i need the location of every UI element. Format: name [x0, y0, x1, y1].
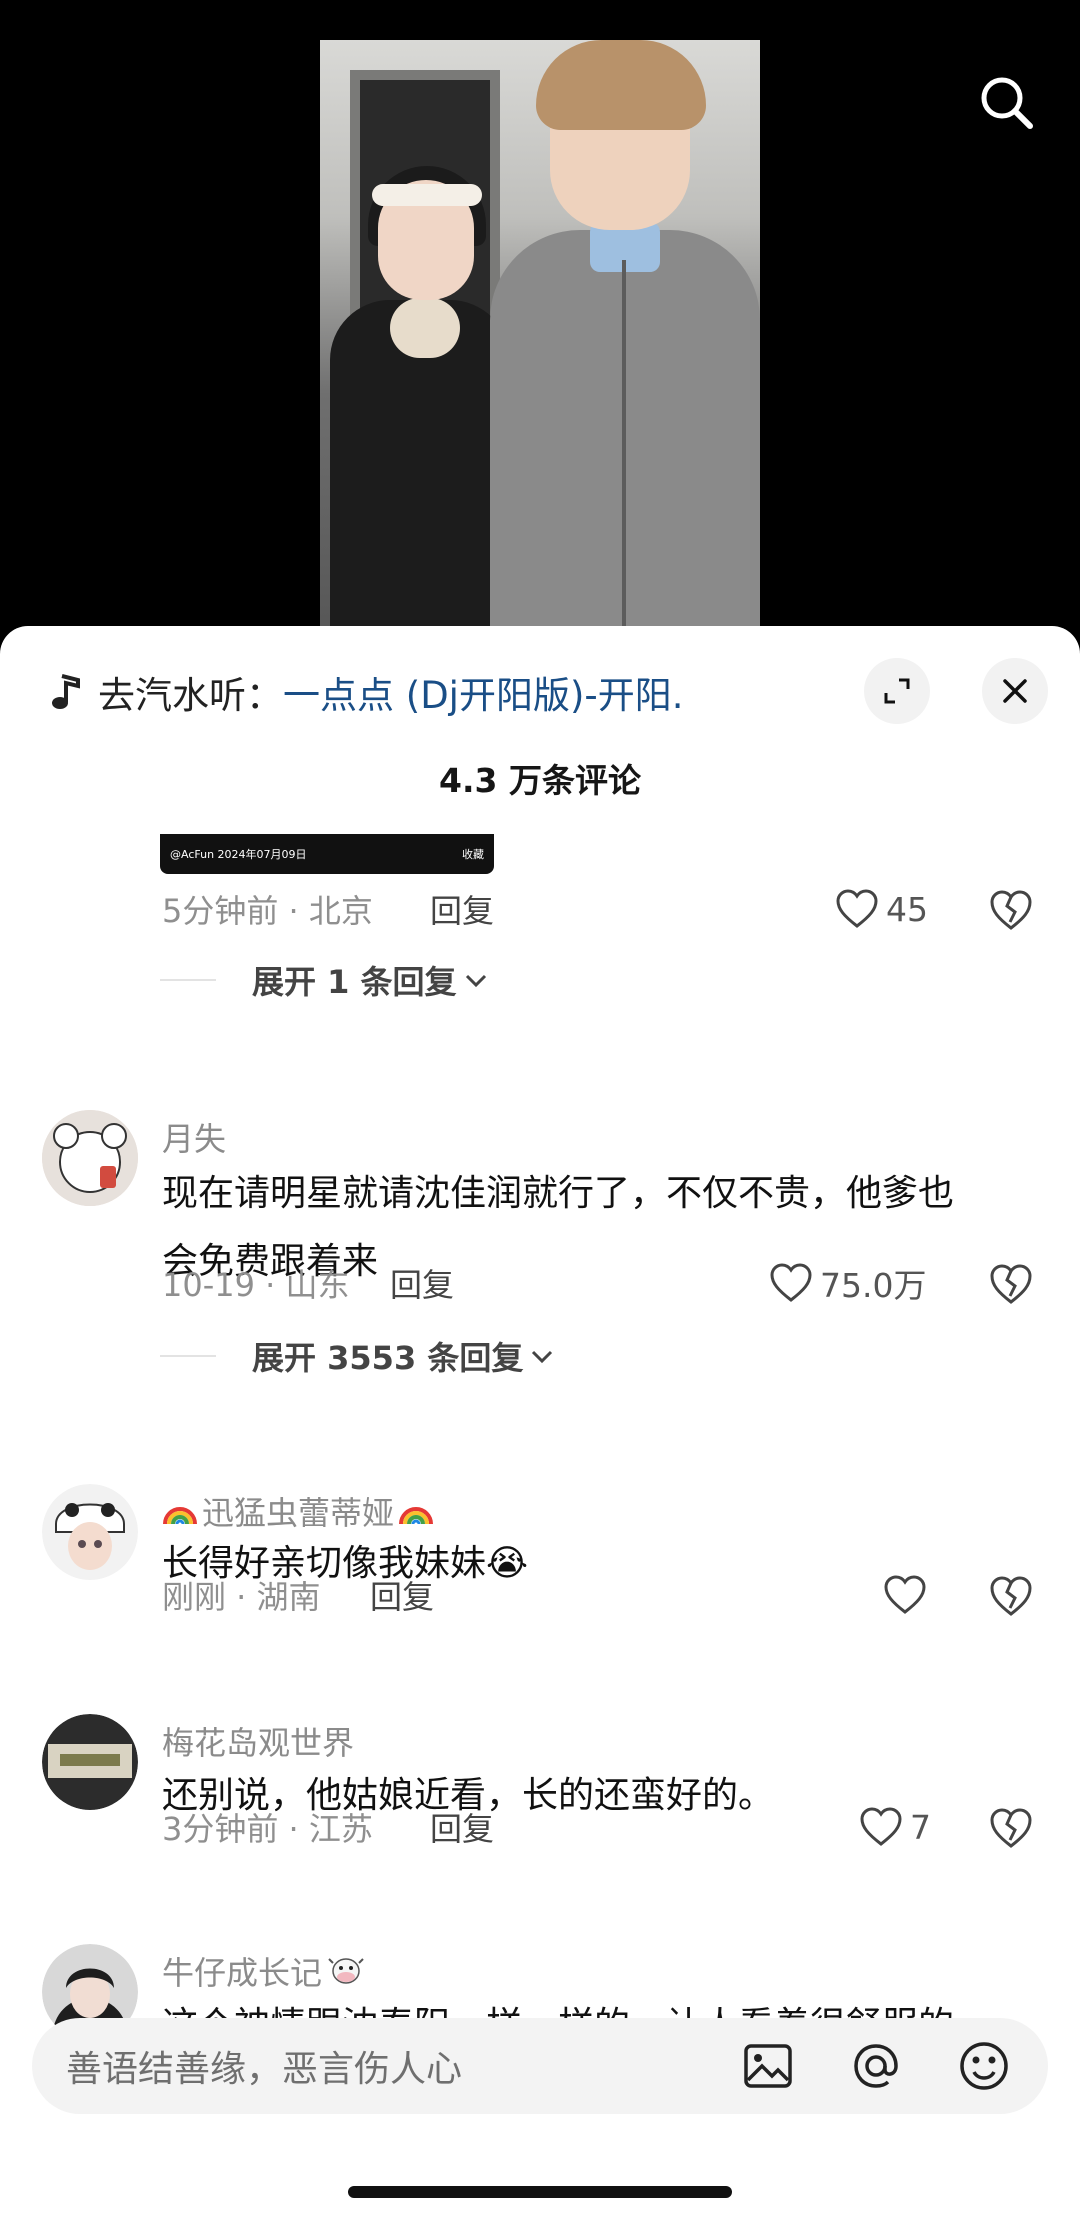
snippet-favorite: 收藏: [462, 848, 484, 861]
reply-button[interactable]: 回复: [430, 886, 494, 932]
like-count: 75.0万: [820, 1266, 927, 1305]
comment-input-placeholder: 善语结善缘，恶言伤人心: [66, 2049, 463, 2090]
music-song-title[interactable]: 一点点 (Dj开阳版)-开阳.: [283, 665, 684, 719]
image-icon[interactable]: [740, 2038, 796, 2094]
home-indicator: [348, 2186, 732, 2198]
like-count: 7: [910, 1807, 931, 1847]
reply-button[interactable]: 回复: [390, 1260, 454, 1306]
comment-meta: 10-19 · 山东: [162, 1266, 350, 1304]
avatar[interactable]: [42, 1714, 138, 1810]
divider: [160, 1355, 216, 1357]
expand-button[interactable]: [864, 658, 930, 724]
comment-author[interactable]: 牛仔成长记: [162, 1948, 364, 1994]
dislike-icon[interactable]: [988, 1572, 1034, 1618]
music-prefix: 去汽水听：: [98, 674, 283, 717]
comment-meta: 5分钟前 · 北京: [162, 892, 373, 930]
comment-author[interactable]: 迅猛虫蕾蒂娅: [162, 1488, 434, 1534]
video-player[interactable]: [0, 0, 1080, 630]
rainbow-icon: [163, 1507, 197, 1525]
expand-replies-label: 展开 1 条回复: [252, 963, 457, 1001]
dislike-icon[interactable]: [988, 1260, 1034, 1306]
comment-author-name: 迅猛虫蕾蒂娅: [202, 1494, 395, 1532]
comment-list[interactable]: @AcFun 2024年07月09日 收藏 5分钟前 · 北京 回复 45 展开…: [0, 834, 1080, 2074]
music-link[interactable]: 去汽水听： 一点点 (Dj开阳版)-开阳.: [48, 662, 684, 722]
video-frame[interactable]: [320, 40, 760, 630]
like-count: 45: [886, 889, 928, 929]
search-icon[interactable]: [976, 72, 1036, 132]
snippet-source: @AcFun 2024年07月09日: [170, 848, 307, 861]
comment-input[interactable]: 善语结善缘，恶言伤人心: [32, 2018, 1048, 2114]
comments-count-title: 4.3 万条评论: [439, 761, 641, 800]
video-person-right: [470, 40, 760, 630]
dislike-icon[interactable]: [988, 1804, 1034, 1850]
chevron-down-icon: [532, 1350, 553, 1364]
comment-sheet: 去汽水听： 一点点 (Dj开阳版)-开阳. 4.3 万条评论 @AcFun 20…: [0, 626, 1080, 2222]
close-icon: [1003, 679, 1027, 703]
mention-icon[interactable]: [848, 2038, 904, 2094]
heart-icon: [770, 1263, 812, 1302]
heart-icon: [860, 1807, 902, 1846]
comment-author-name: 牛仔成长记: [162, 1954, 323, 1992]
divider: [160, 979, 216, 981]
crying-emoji-icon: 😭: [486, 1543, 529, 1584]
expand-replies-label: 展开 3553 条回复: [252, 1339, 524, 1377]
chevron-down-icon: [465, 974, 486, 988]
emoji-icon[interactable]: [956, 2038, 1012, 2094]
close-button[interactable]: [982, 658, 1048, 724]
comment-meta: 3分钟前 · 江苏: [162, 1810, 373, 1848]
comment-author[interactable]: 月失: [162, 1114, 226, 1160]
cow-icon: [328, 1958, 364, 1984]
like-button[interactable]: 7: [858, 1802, 931, 1852]
comment-image-snippet[interactable]: @AcFun 2024年07月09日 收藏: [160, 834, 494, 874]
heart-icon: [836, 889, 878, 928]
avatar[interactable]: [42, 1110, 138, 1206]
comment-author[interactable]: 梅花岛观世界: [162, 1718, 354, 1764]
music-note-icon: [52, 674, 80, 709]
reply-button[interactable]: 回复: [430, 1804, 494, 1850]
like-button[interactable]: [882, 1570, 934, 1620]
like-button[interactable]: 45: [834, 884, 928, 934]
rainbow-icon: [399, 1507, 434, 1525]
dislike-icon[interactable]: [988, 886, 1034, 932]
like-button[interactable]: 75.0万: [768, 1258, 926, 1308]
expand-replies-button[interactable]: 展开 1 条回复: [160, 958, 489, 1002]
expand-replies-button[interactable]: 展开 3553 条回复: [160, 1334, 555, 1378]
expand-icon: [884, 678, 910, 704]
avatar[interactable]: [42, 1484, 138, 1580]
comment-text-line: 现在请明星就请沈佳润就行了，不仅不贵，他爹也: [162, 1173, 955, 1214]
heart-icon: [884, 1575, 926, 1614]
reply-button[interactable]: 回复: [370, 1572, 434, 1618]
comment-meta: 刚刚 · 湖南: [162, 1578, 321, 1616]
